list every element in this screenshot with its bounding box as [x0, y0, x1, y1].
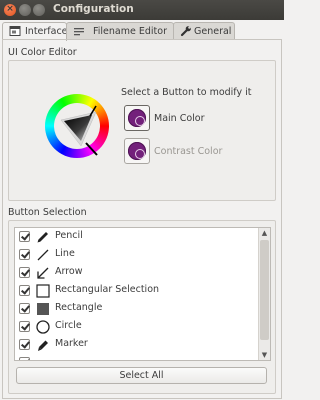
- list-item-label: Line: [55, 248, 75, 259]
- list-item-rectangular-selection[interactable]: Rectangular Selection: [15, 282, 258, 300]
- filename-editor-icon: [74, 28, 84, 36]
- list-item-label: Circle: [55, 320, 82, 331]
- button-selection-title: Button Selection: [8, 207, 87, 218]
- pencil-icon: [37, 232, 48, 243]
- list-scrollbar[interactable]: ▲ ▼: [258, 228, 270, 360]
- list-item-label: Pencil: [55, 230, 83, 241]
- list-item-pencil[interactable]: Pencil: [15, 228, 258, 246]
- list-item-label: Rectangle: [55, 302, 103, 313]
- rectangle-checkbox[interactable]: [19, 303, 30, 314]
- list-item-line[interactable]: Line: [15, 246, 258, 264]
- wrench-icon: [180, 26, 191, 37]
- tab-general-label: General: [194, 26, 232, 37]
- window-title: Configuration: [53, 3, 134, 15]
- circle-checkbox[interactable]: [19, 321, 30, 332]
- arrow-icon: [37, 267, 49, 279]
- arrow-checkbox[interactable]: [19, 267, 30, 278]
- list-item-label: Rectangular Selection: [55, 284, 160, 295]
- marker-checkbox[interactable]: [19, 339, 30, 350]
- button-list[interactable]: Pencil Line Arrow Rectangular Selection …: [14, 227, 271, 361]
- minimize-window-button[interactable]: [19, 4, 31, 16]
- color-editor-title: UI Color Editor: [8, 47, 77, 58]
- tab-filename-editor[interactable]: Filename Editor: [66, 22, 174, 40]
- main-color-button[interactable]: [124, 105, 150, 131]
- list-item-partial: [15, 354, 258, 360]
- list-item-rectangle[interactable]: Rectangle: [15, 300, 258, 318]
- rectangular-selection-checkbox[interactable]: [19, 285, 30, 296]
- scrollbar-thumb[interactable]: [260, 240, 269, 340]
- color-wheel[interactable]: [44, 93, 110, 159]
- pencil-checkbox[interactable]: [19, 231, 30, 242]
- contrast-color-button[interactable]: [124, 138, 150, 164]
- maximize-window-button[interactable]: [33, 4, 45, 16]
- list-item-marker[interactable]: Marker: [15, 336, 258, 354]
- rectangular-selection-icon: [36, 284, 50, 298]
- main-color-label: Main Color: [154, 113, 205, 124]
- scroll-down-arrow-icon[interactable]: ▼: [259, 350, 270, 360]
- close-window-button[interactable]: ×: [4, 4, 16, 16]
- contrast-color-label: Contrast Color: [154, 146, 223, 157]
- line-checkbox[interactable]: [19, 249, 30, 260]
- list-item-label: Marker: [55, 338, 88, 349]
- tab-general[interactable]: General: [173, 22, 235, 40]
- line-icon: [37, 249, 49, 261]
- tab-interface-label: Interface: [25, 26, 68, 37]
- list-item-arrow[interactable]: Arrow: [15, 264, 258, 282]
- rectangle-icon: [37, 303, 49, 315]
- title-bar: × Configuration: [0, 0, 284, 20]
- circle-icon: [36, 320, 50, 334]
- tab-filename-editor-label: Filename Editor: [93, 26, 167, 37]
- partial-checkbox: [19, 357, 30, 360]
- interface-icon: [9, 26, 21, 36]
- list-item-circle[interactable]: Circle: [15, 318, 258, 336]
- select-all-button[interactable]: Select All: [16, 367, 267, 384]
- scroll-up-arrow-icon[interactable]: ▲: [259, 228, 270, 238]
- select-button-prompt: Select a Button to modify it: [121, 87, 252, 98]
- list-item-label: Arrow: [55, 266, 83, 277]
- marker-icon: [38, 340, 48, 351]
